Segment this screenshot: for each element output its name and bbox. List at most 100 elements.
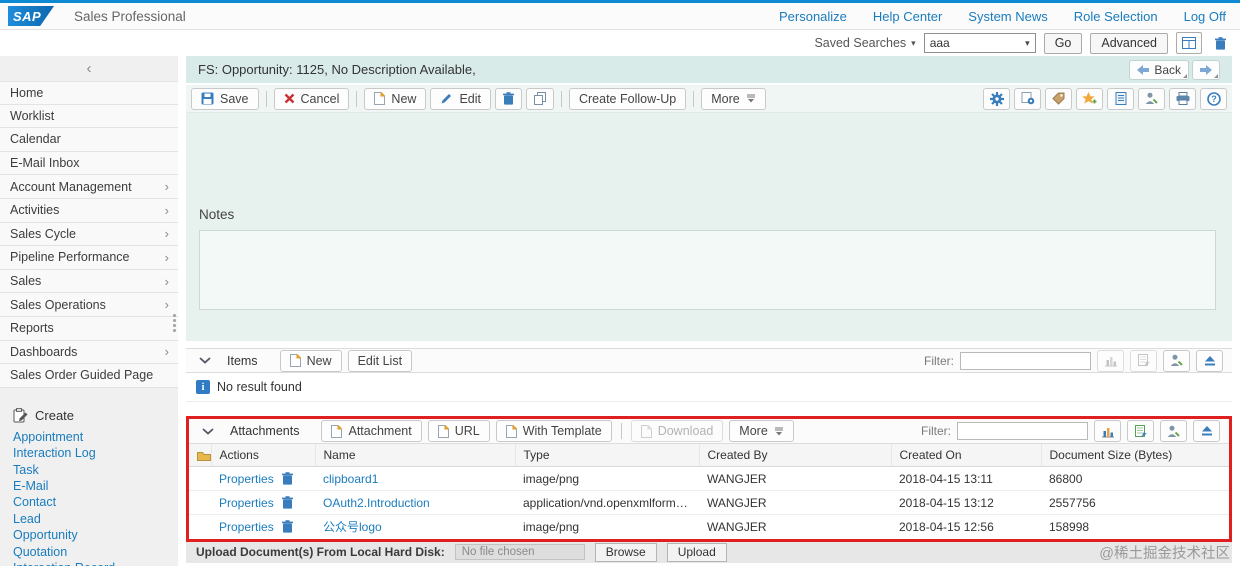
saved-search-select[interactable]: aaa ▾ [923, 33, 1036, 53]
attachments-assign-person-button[interactable] [1160, 420, 1187, 442]
upload-button[interactable]: Upload [666, 542, 727, 562]
delete-attachment-button[interactable] [281, 520, 293, 533]
delete-attachment-button[interactable] [281, 472, 293, 485]
delete-saved-search-button[interactable] [1210, 36, 1230, 50]
attachment-button[interactable]: Attachment [321, 420, 422, 442]
items-edit-list-button[interactable]: Edit List [347, 349, 413, 372]
back-button[interactable]: Back [1129, 59, 1189, 80]
create-link-interaction-record[interactable]: Interaction Record [13, 560, 178, 566]
notes-log-button[interactable] [1107, 87, 1134, 110]
attachments-export-button[interactable] [1127, 420, 1154, 442]
sidebar-item-email-inbox[interactable]: E-Mail Inbox [0, 151, 178, 176]
print-button[interactable] [1169, 87, 1196, 110]
settings-button[interactable] [983, 87, 1010, 110]
sidebar-item-sales-order-guided-page[interactable]: Sales Order Guided Page [0, 364, 178, 388]
saved-search-value: aaa [929, 36, 950, 50]
save-button[interactable]: Save [191, 87, 259, 110]
delete-attachment-button[interactable] [281, 496, 293, 509]
sidebar-item-sales-operations[interactable]: Sales Operations › [0, 293, 178, 317]
forward-button[interactable] [1192, 59, 1220, 80]
saved-searches-dropdown[interactable]: Saved Searches ▾ [814, 36, 915, 50]
items-assign-person-button[interactable] [1163, 349, 1190, 372]
sidebar-item-reports[interactable]: Reports [0, 316, 178, 341]
personalize-page-button[interactable] [1014, 87, 1041, 110]
items-collapse-panel-button[interactable] [1196, 349, 1223, 372]
edit-button[interactable]: Edit [430, 87, 491, 110]
more-button[interactable]: More [701, 87, 766, 110]
create-link-task[interactable]: Task [13, 462, 178, 478]
column-header-document-size[interactable]: Document Size (Bytes) [1041, 444, 1229, 467]
trash-icon [1214, 36, 1226, 50]
attachments-collapse-button[interactable] [198, 427, 218, 435]
add-favorite-button[interactable] [1076, 87, 1103, 110]
sidebar-item-dashboards[interactable]: Dashboards › [0, 340, 178, 365]
manage-saved-searches-button[interactable] [1176, 32, 1202, 54]
link-role-selection[interactable]: Role Selection [1074, 9, 1158, 24]
sidebar-item-pipeline-performance[interactable]: Pipeline Performance › [0, 246, 178, 270]
items-collapse-button[interactable] [195, 357, 215, 364]
attachment-name-link[interactable]: clipboard1 [323, 472, 378, 486]
create-link-lead[interactable]: Lead [13, 511, 178, 527]
link-personalize[interactable]: Personalize [779, 9, 847, 24]
create-link-contact[interactable]: Contact [13, 494, 178, 510]
create-link-quotation[interactable]: Quotation [13, 544, 178, 560]
notes-textarea[interactable] [199, 230, 1216, 310]
attachments-chart-button[interactable] [1094, 420, 1121, 442]
items-export-button [1130, 349, 1157, 372]
assign-person-button[interactable] [1138, 87, 1165, 110]
column-header-created-on[interactable]: Created On [891, 444, 1042, 467]
copy-button[interactable] [525, 87, 554, 110]
attachment-created-on: 2018-04-15 12:56 [899, 519, 994, 534]
file-input[interactable]: No file chosen [454, 544, 585, 560]
column-header-actions[interactable]: Actions [211, 444, 316, 467]
eject-icon [1204, 355, 1215, 365]
attachment-type: image/png [515, 466, 699, 491]
properties-link[interactable]: Properties [219, 496, 274, 510]
url-button[interactable]: URL [427, 420, 490, 442]
with-template-button[interactable]: With Template [495, 420, 612, 442]
sidebar-item-home[interactable]: Home [0, 81, 178, 105]
attachments-more-button[interactable]: More [729, 420, 794, 442]
attachment-created-on: 2018-04-15 13:11 [891, 466, 1041, 491]
items-filter-input[interactable] [960, 351, 1091, 370]
create-link-email[interactable]: E-Mail [13, 478, 178, 494]
column-header-created-by[interactable]: Created By [699, 444, 892, 467]
create-note-icon [13, 407, 28, 423]
sidebar-item-account-management[interactable]: Account Management › [0, 175, 178, 199]
sidebar-item-activities[interactable]: Activities › [0, 198, 178, 223]
help-button[interactable]: ? [1200, 87, 1227, 110]
create-link-opportunity[interactable]: Opportunity [13, 527, 178, 543]
attachments-collapse-panel-button[interactable] [1193, 420, 1220, 442]
link-log-off[interactable]: Log Off [1184, 9, 1226, 24]
sidebar-resize-handle[interactable] [173, 314, 176, 332]
properties-link[interactable]: Properties [219, 472, 274, 486]
sidebar-item-sales[interactable]: Sales › [0, 269, 178, 294]
tags-button[interactable] [1045, 87, 1072, 110]
sidebar-item-worklist[interactable]: Worklist [0, 104, 178, 129]
items-new-button[interactable]: New [279, 349, 342, 372]
cancel-button[interactable]: Cancel [273, 87, 350, 110]
attachment-name-link[interactable]: OAuth2.Introduction [323, 496, 430, 510]
attachment-name-link[interactable]: 公众号logo [323, 520, 382, 534]
new-button[interactable]: New [364, 87, 427, 110]
column-header-type[interactable]: Type [515, 444, 700, 467]
attachments-filter-input[interactable] [957, 422, 1088, 440]
sidebar-item-calendar[interactable]: Calendar [0, 128, 178, 152]
properties-link[interactable]: Properties [219, 520, 274, 534]
link-system-news[interactable]: System News [968, 9, 1047, 24]
sidebar-item-sales-cycle[interactable]: Sales Cycle › [0, 222, 178, 247]
link-help-center[interactable]: Help Center [873, 9, 942, 24]
column-header-name[interactable]: Name [315, 444, 516, 467]
go-button[interactable]: Go [1043, 32, 1083, 54]
create-follow-up-button[interactable]: Create Follow-Up [568, 87, 687, 110]
toolbar-separator [265, 90, 267, 107]
sidebar-collapse-button[interactable]: ‹ [0, 56, 178, 81]
download-icon [640, 424, 652, 438]
table-corner-cell[interactable] [189, 444, 212, 467]
trash-icon [281, 520, 293, 533]
create-link-appointment[interactable]: Appointment [13, 429, 178, 445]
advanced-button[interactable]: Advanced [1090, 32, 1168, 54]
browse-button[interactable]: Browse [594, 542, 657, 562]
delete-button[interactable] [494, 87, 522, 110]
create-link-interaction-log[interactable]: Interaction Log [13, 445, 178, 461]
